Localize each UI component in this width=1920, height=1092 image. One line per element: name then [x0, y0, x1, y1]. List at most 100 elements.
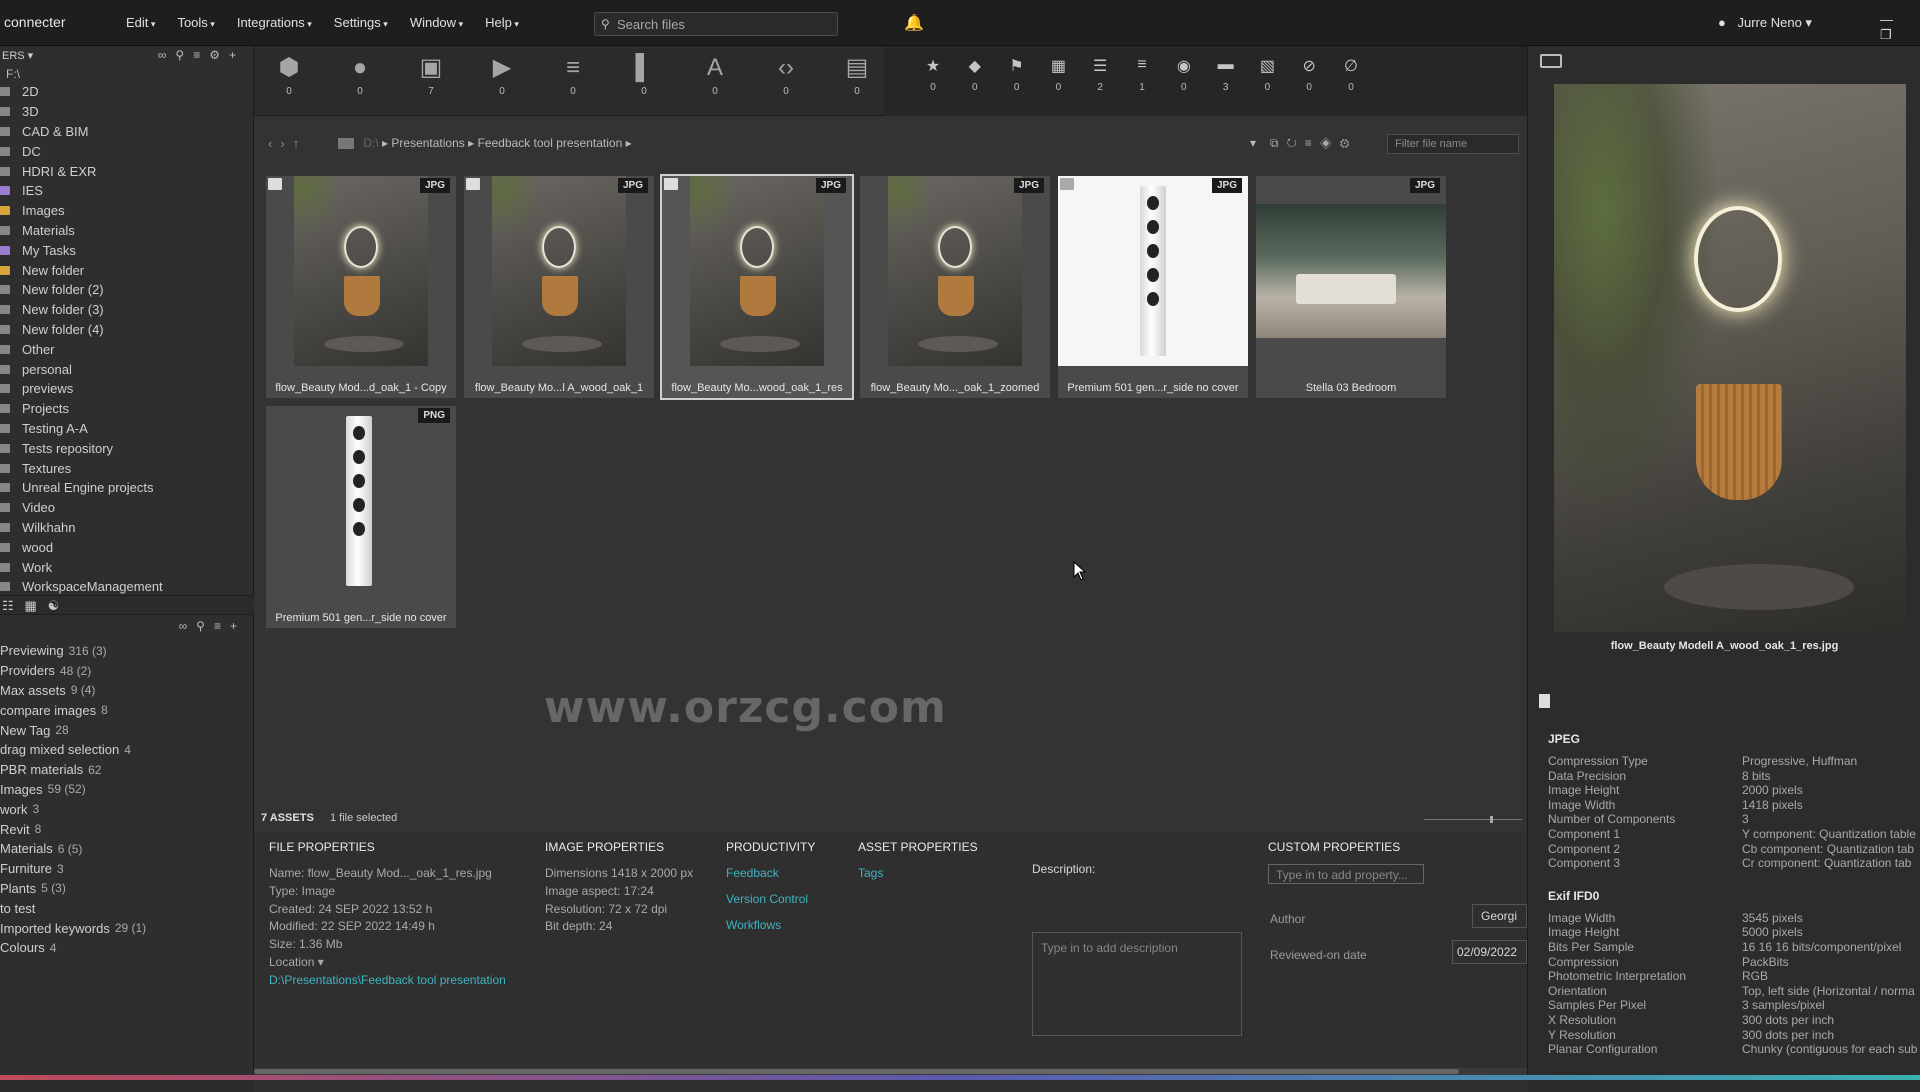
metadata-filter-button[interactable]: ☰ 2: [1079, 56, 1121, 93]
tag-item[interactable]: Previewing 316 (3): [0, 641, 254, 661]
folder-item[interactable]: 3D: [0, 102, 253, 122]
description-input[interactable]: Type in to add description: [1032, 932, 1242, 1036]
type-filter-button[interactable]: ≡ 0: [538, 50, 608, 97]
type-filter-button[interactable]: ▣ 7: [396, 50, 466, 97]
search-icon[interactable]: ⚲: [196, 619, 214, 633]
folder-item[interactable]: IES: [0, 181, 253, 201]
menu-integrations[interactable]: Integrations: [237, 15, 312, 30]
asset-tile[interactable]: JPG Stella 03 Bedroom: [1256, 176, 1446, 398]
folder-item[interactable]: New folder (3): [0, 300, 253, 320]
tag-item[interactable]: Colours 4: [0, 938, 254, 958]
asset-tile[interactable]: JPG flow_Beauty Mo..._oak_1_zoomed: [860, 176, 1050, 398]
tree-icon[interactable]: ☷: [2, 598, 14, 613]
link-icon[interactable]: ∞: [179, 619, 197, 633]
asset-tile[interactable]: JPG Premium 501 gen...r_side no cover: [1058, 176, 1248, 398]
thumbnail-size-slider[interactable]: [1424, 816, 1522, 823]
menu-tools[interactable]: Tools: [177, 15, 214, 30]
type-filter-button[interactable]: ▶ 0: [467, 50, 537, 97]
metadata-filter-button[interactable]: ▬ 3: [1205, 56, 1247, 93]
workflows-link[interactable]: Workflows: [726, 918, 815, 944]
horizontal-scrollbar[interactable]: [254, 1068, 1527, 1075]
folder-item[interactable]: CAD & BIM: [0, 122, 253, 142]
crumb-drive[interactable]: D:\: [363, 136, 378, 150]
metadata-filter-button[interactable]: ▦ 0: [1037, 56, 1079, 93]
copy-icon[interactable]: ⧉: [1270, 136, 1287, 150]
tags-link[interactable]: Tags: [858, 866, 978, 892]
type-filter-button[interactable]: ▤ 0: [822, 50, 892, 97]
tag-item[interactable]: Materials 6 (5): [0, 839, 254, 859]
add-property-input[interactable]: Type in to add property...: [1268, 864, 1424, 884]
metadata-filter-button[interactable]: ∅ 0: [1330, 56, 1372, 93]
folder-item[interactable]: Wilkhahn: [0, 518, 253, 538]
folder-item[interactable]: HDRI & EXR: [0, 161, 253, 181]
tag-item[interactable]: to test: [0, 898, 254, 918]
tag-item[interactable]: Images 59 (52): [0, 780, 254, 800]
folder-item[interactable]: Projects: [0, 399, 253, 419]
gear-icon[interactable]: ⚙: [1340, 136, 1358, 150]
tag-item[interactable]: PBR materials 62: [0, 760, 254, 780]
folder-item[interactable]: Work: [0, 557, 253, 577]
add-icon[interactable]: +: [229, 48, 245, 62]
user-menu[interactable]: ● Jurre Neno ▾: [1718, 15, 1812, 31]
search-input[interactable]: ⚲ Search files: [594, 12, 838, 36]
asset-tile[interactable]: JPG flow_Beauty Mo...l A_wood_oak_1: [464, 176, 654, 398]
author-field[interactable]: Georgi: [1472, 904, 1527, 928]
tag-item[interactable]: Providers 48 (2): [0, 661, 254, 681]
folder-item[interactable]: Unreal Engine projects: [0, 478, 253, 498]
filter-input[interactable]: Filter file name: [1387, 134, 1519, 154]
sort-icon[interactable]: ≡: [193, 48, 209, 62]
root-drive[interactable]: F:\: [0, 66, 253, 82]
metadata-filter-button[interactable]: ◆ 0: [954, 56, 996, 93]
tag-item[interactable]: Max assets 9 (4): [0, 681, 254, 701]
metadata-filter-button[interactable]: ◉ 0: [1163, 56, 1205, 93]
back-icon[interactable]: ‹: [268, 136, 280, 151]
add-icon[interactable]: +: [230, 619, 246, 633]
type-filter-button[interactable]: ⬢ 0: [254, 50, 324, 97]
folder-item[interactable]: New folder (2): [0, 280, 253, 300]
reviewed-date-field[interactable]: 02/09/2022: [1452, 940, 1527, 964]
location-dropdown[interactable]: Location ▾: [269, 955, 506, 973]
tag-item[interactable]: Imported keywords 29 (1): [0, 918, 254, 938]
type-filter-button[interactable]: ▌ 0: [609, 50, 679, 97]
refresh-icon[interactable]: ↻: [1287, 136, 1305, 150]
restore-icon[interactable]: ❐: [1880, 27, 1892, 42]
folder-item[interactable]: Testing A-A: [0, 419, 253, 439]
asset-tile-selected[interactable]: JPG flow_Beauty Mo...wood_oak_1_res: [660, 174, 854, 400]
forward-icon[interactable]: ›: [280, 136, 292, 151]
crumb-feedback[interactable]: Feedback tool presentation: [477, 136, 622, 150]
search-icon[interactable]: ⚲: [175, 48, 193, 62]
minimize-icon[interactable]: —: [1880, 12, 1893, 27]
type-filter-button[interactable]: ‹› 0: [751, 50, 821, 97]
folder-item[interactable]: 2D: [0, 82, 253, 102]
asset-tile[interactable]: JPG flow_Beauty Mod...d_oak_1 - Copy: [266, 176, 456, 398]
menu-settings[interactable]: Settings: [334, 15, 388, 30]
type-filter-button[interactable]: ● 0: [325, 50, 395, 97]
folder-item[interactable]: previews: [0, 379, 253, 399]
asset-tile[interactable]: PNG Premium 501 gen...r_side no cover: [266, 406, 456, 628]
network-icon[interactable]: ☯: [48, 598, 60, 613]
preview-toggle-icon[interactable]: [1540, 54, 1562, 68]
up-icon[interactable]: ↑: [293, 136, 308, 151]
folder-item[interactable]: Video: [0, 498, 253, 518]
version-control-link[interactable]: Version Control: [726, 892, 815, 918]
document-icon[interactable]: [1539, 694, 1550, 708]
folder-item[interactable]: wood: [0, 537, 253, 557]
metadata-filter-button[interactable]: ⊘ 0: [1288, 56, 1330, 93]
location-link[interactable]: D:\Presentations\Feedback tool presentat…: [269, 973, 506, 991]
tag-item[interactable]: work 3: [0, 799, 254, 819]
menu-window[interactable]: Window: [410, 15, 463, 30]
metadata-filter-button[interactable]: ⚑ 0: [996, 56, 1038, 93]
folder-item[interactable]: Images: [0, 201, 253, 221]
crumb-presentations[interactable]: Presentations: [391, 136, 464, 150]
menu-edit[interactable]: Edit: [126, 15, 155, 30]
chevron-down-icon[interactable]: ▾: [1250, 136, 1256, 150]
folder-item[interactable]: Other: [0, 339, 253, 359]
sort-icon[interactable]: ≡: [214, 619, 230, 633]
bell-icon[interactable]: 🔔: [904, 13, 924, 33]
folder-item[interactable]: New folder (4): [0, 320, 253, 340]
tag-item[interactable]: Plants 5 (3): [0, 879, 254, 899]
grid-view-icon[interactable]: ▦: [25, 598, 37, 613]
layers-icon[interactable]: ◈: [1320, 136, 1340, 150]
tag-item[interactable]: compare images 8: [0, 700, 254, 720]
tag-item[interactable]: New Tag 28: [0, 720, 254, 740]
